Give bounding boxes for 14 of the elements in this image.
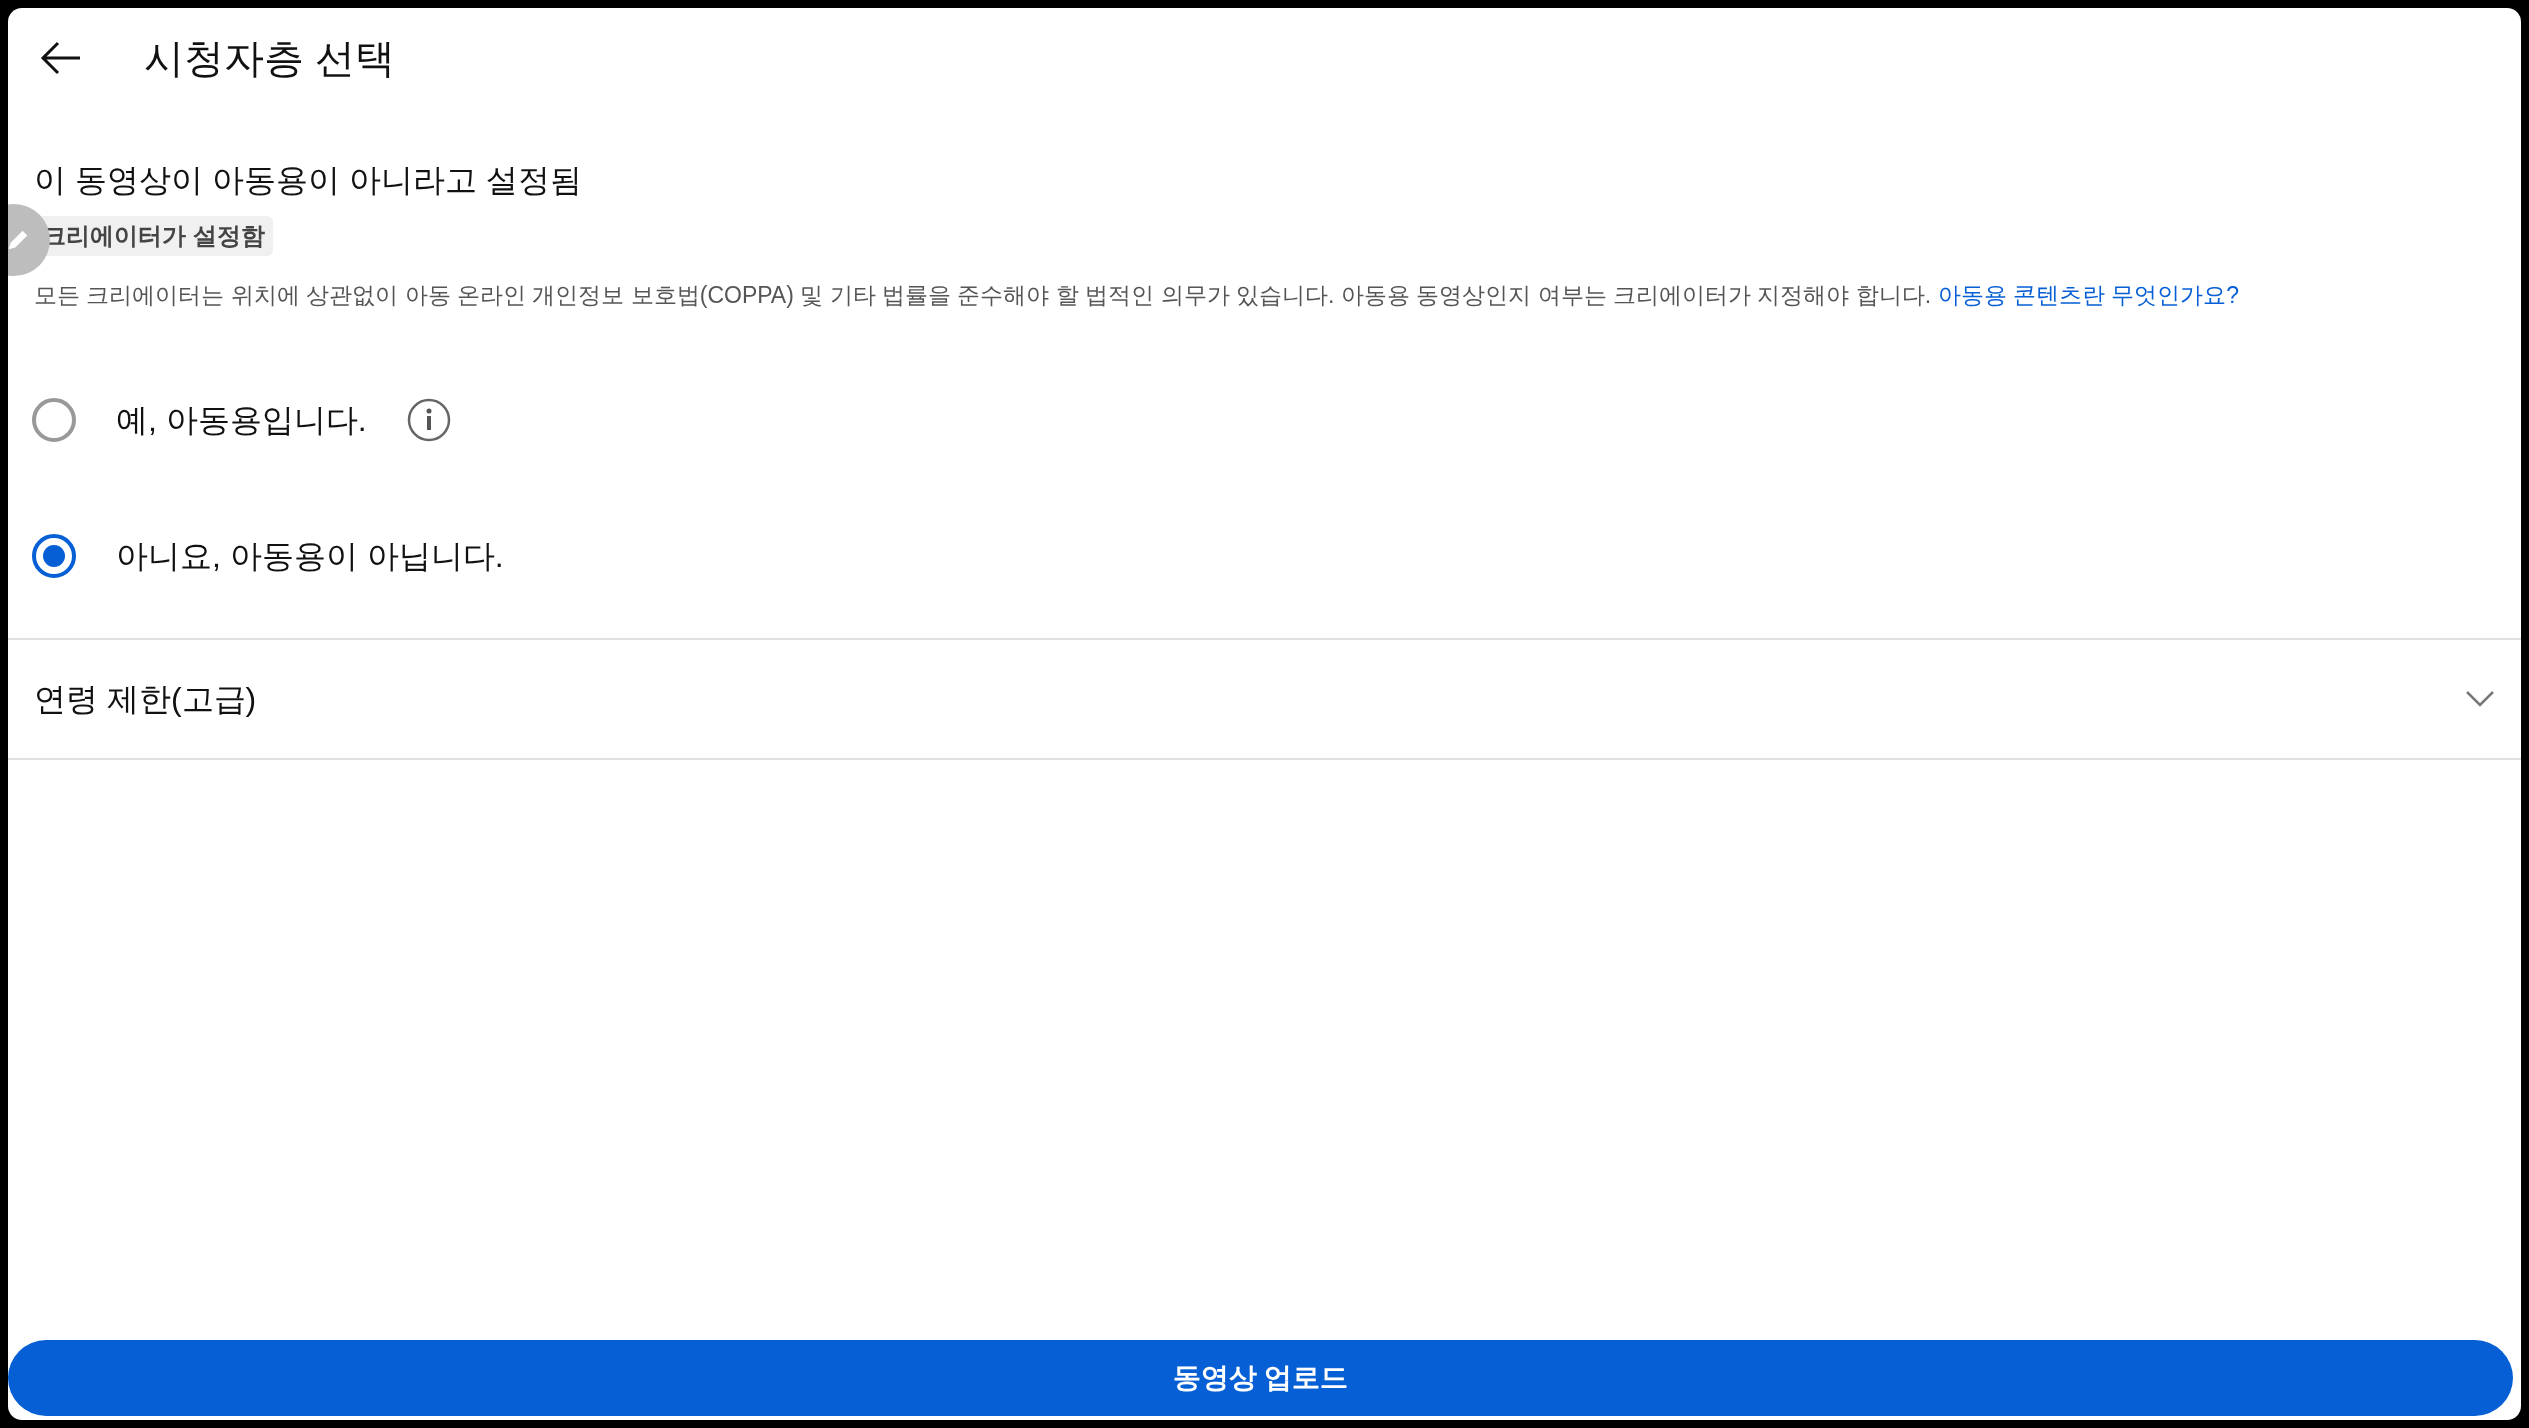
chevron-icon bbox=[2465, 690, 2495, 708]
radio-label: 예, 아동용입니다. bbox=[116, 401, 367, 440]
status-heading: 이 동영상이 아동용이 아니라고 설정됨 bbox=[34, 161, 583, 200]
radio-label: 아니요, 아동용이 아닙니다. bbox=[116, 537, 504, 576]
coppa-description: 모든 크리에이터는 위치에 상관없이 아동 온라인 개인정보 보호법(COPPA) 및 기타 법률을 준수해야 할 법적인 의무가 있습니다. 아동용 동영상인지 여부는 크리에이터가 지정해야 합니다. 아동용 콘텐츠란 무엇인가요? bbox=[34, 281, 2241, 310]
page-title: 시청자층 선택 bbox=[144, 35, 396, 82]
info-icon[interactable] bbox=[406, 398, 451, 442]
pencil-icon bbox=[8, 228, 30, 252]
upload-video-button[interactable]: 동영상 업로드 bbox=[8, 1340, 2513, 1416]
age-restriction-accordion[interactable]: 연령 제한(고급) bbox=[8, 640, 2521, 758]
kids-content-link[interactable]: 아동용 콘텐츠란 무엇인가요? bbox=[1937, 282, 2240, 308]
radio-button[interactable] bbox=[32, 398, 76, 442]
radio-button[interactable] bbox=[32, 534, 76, 578]
back-arrow-icon bbox=[40, 41, 82, 75]
